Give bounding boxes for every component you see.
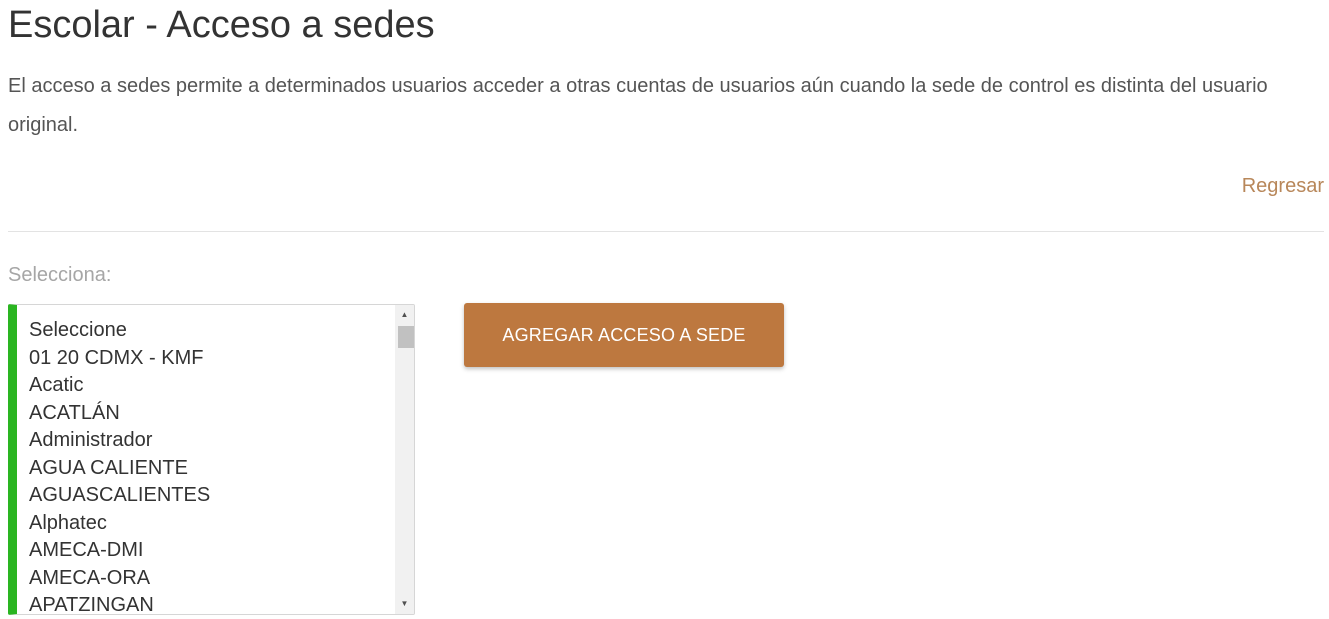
add-campus-access-button[interactable]: AGREGAR ACCESO A SEDE: [464, 303, 784, 367]
campus-option[interactable]: Acatic: [29, 372, 414, 400]
campus-options-list: Seleccione 01 20 CDMX - KMF Acatic ACATL…: [17, 305, 414, 614]
campus-option[interactable]: AMECA-DMI: [29, 537, 414, 565]
listbox-scrollbar[interactable]: ▲ ▼: [395, 305, 414, 614]
divider: [8, 231, 1324, 232]
campus-option[interactable]: Alphatec: [29, 510, 414, 538]
scroll-down-arrow-icon[interactable]: ▼: [395, 596, 414, 612]
page: Escolar - Acceso a sedes El acceso a sed…: [0, 0, 1329, 619]
back-link[interactable]: Regresar: [1242, 172, 1324, 200]
campus-option[interactable]: AGUASCALIENTES: [29, 482, 414, 510]
campus-option[interactable]: AMECA-ORA: [29, 565, 414, 593]
page-title: Escolar - Acceso a sedes: [8, 4, 435, 46]
campus-option[interactable]: 01 20 CDMX - KMF: [29, 345, 414, 373]
select-label: Selecciona:: [8, 264, 112, 286]
page-description: El acceso a sedes permite a determinados…: [8, 75, 1268, 136]
scrollbar-thumb[interactable]: [398, 326, 414, 348]
campus-option[interactable]: APATZINGAN: [29, 592, 414, 614]
campus-option[interactable]: Seleccione: [29, 317, 414, 345]
campus-option[interactable]: AGUA CALIENTE: [29, 455, 414, 483]
campus-option[interactable]: Administrador: [29, 427, 414, 455]
campus-listbox[interactable]: Seleccione 01 20 CDMX - KMF Acatic ACATL…: [8, 304, 415, 615]
campus-option[interactable]: ACATLÁN: [29, 400, 414, 428]
scroll-up-arrow-icon[interactable]: ▲: [395, 307, 414, 323]
